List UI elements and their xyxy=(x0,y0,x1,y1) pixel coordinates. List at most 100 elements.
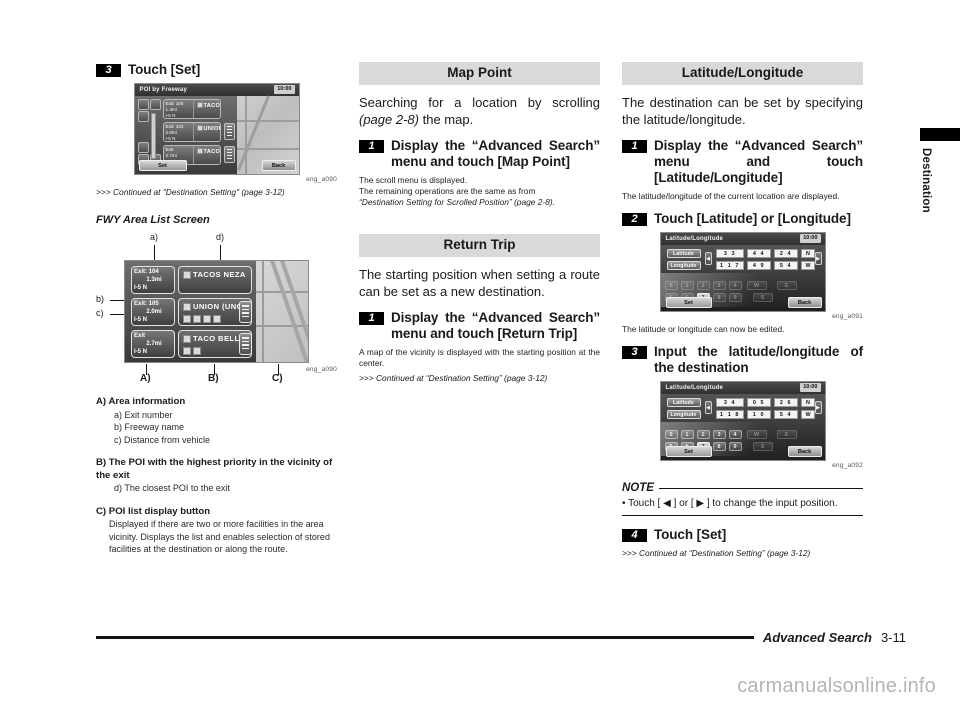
lon-hemisphere-field[interactable]: W xyxy=(800,410,815,419)
figure-poi-by-freeway: POI by Freeway 10:00 Exit: 104 1.3mi I-5… xyxy=(96,83,337,183)
keypad-key[interactable]: 2 xyxy=(696,430,710,439)
poi-name: TACO BELL xyxy=(194,146,220,164)
lat-seconds-field[interactable]: 2 6 xyxy=(773,398,798,407)
section-tab-marker xyxy=(920,128,960,141)
footer-title: Advanced Search xyxy=(762,630,872,645)
continued-reference: >>> Continued at “Destination Setting” (… xyxy=(359,373,548,383)
page-columns: 3 Touch [Set] POI by Freeway 10:00 Exit:… xyxy=(96,62,864,567)
keypad-key[interactable]: 3 xyxy=(712,281,726,290)
back-button[interactable]: Back xyxy=(261,160,296,171)
set-button[interactable]: Set xyxy=(665,297,712,308)
step-title: Touch [Set] xyxy=(128,62,201,77)
keypad-key[interactable]: 9 xyxy=(728,293,742,302)
keypad-key[interactable]: 3 xyxy=(712,430,726,439)
arrow-right-icon[interactable]: ▶ xyxy=(814,401,822,414)
definition-sub: b) Freeway name xyxy=(114,422,185,432)
exit-info: Exit: 104 2.0mi I-5 N xyxy=(164,123,194,141)
fwy-row[interactable]: Exit: 104 1.3mi I-5 N TACOS NEZA xyxy=(131,266,252,294)
lat-minutes-field[interactable]: 4 4 xyxy=(746,249,771,258)
list-scrollbar[interactable] xyxy=(150,113,156,159)
lon-minutes-field[interactable]: 1 0 xyxy=(746,410,771,419)
atm-icon xyxy=(193,347,201,355)
set-button[interactable]: Set xyxy=(138,160,187,171)
keypad-key[interactable]: 4 xyxy=(728,281,742,290)
step-2-lat-long: 2 Touch [Latitude] or [Longitude] xyxy=(622,211,863,227)
lat-seconds-field[interactable]: 2 4 xyxy=(773,249,798,258)
note-block: NOTE • Touch [ ◀ ] or [ ▶ ] to change th… xyxy=(622,482,863,516)
keypad-key[interactable]: 4 xyxy=(728,430,742,439)
keypad-key[interactable]: 2 xyxy=(696,281,710,290)
sort-icon[interactable] xyxy=(149,99,161,110)
lon-seconds-field[interactable]: 5 4 xyxy=(773,261,798,270)
callout-C: C) xyxy=(272,373,283,384)
area-information: Exit: 105 2.0mi I-5 N xyxy=(131,298,175,326)
keypad-key-south[interactable]: S xyxy=(752,442,773,451)
restaurant-icon xyxy=(196,148,203,154)
step-number-badge: 3 xyxy=(622,346,647,359)
poi-row[interactable]: Exit: 104 2.0mi I-5 N UNION (UNO xyxy=(162,122,221,142)
callout-d: d) xyxy=(216,232,225,242)
clock-display: 10:00 xyxy=(800,234,821,243)
latitude-button[interactable]: Latitude xyxy=(666,249,701,258)
scroll-up-icon[interactable] xyxy=(137,111,149,122)
keypad-key[interactable]: 0 xyxy=(664,430,678,439)
poi-row[interactable]: Exit: 104 1.3mi I-5 N TACOS NEZA xyxy=(162,99,221,119)
scroll-top-icon[interactable] xyxy=(137,99,149,110)
map-point-note-2: The remaining operations are the same as… xyxy=(359,186,536,196)
note-text: • Touch [ ◀ ] or [ ▶ ] to change the inp… xyxy=(622,494,863,516)
keypad-key-west[interactable]: W xyxy=(746,430,767,439)
map-point-note-1: The scroll menu is displayed. xyxy=(359,175,467,185)
lat-hemisphere-field[interactable]: N xyxy=(800,398,815,407)
poi-list-display-button[interactable] xyxy=(223,146,235,163)
parking-icon xyxy=(183,347,191,355)
figure-caption: eng_a090 xyxy=(306,366,337,373)
fwy-row[interactable]: Exit 2.7mi I-5 N TACO BELL xyxy=(131,330,252,358)
keypad-key-south[interactable]: S xyxy=(752,293,773,302)
lon-degrees-field[interactable]: 1 1 7 xyxy=(715,261,744,270)
arrow-right-icon[interactable]: ▶ xyxy=(814,252,822,265)
step-number-badge: 4 xyxy=(622,529,647,542)
lon-seconds-field[interactable]: 5 4 xyxy=(773,410,798,419)
arrow-left-icon[interactable]: ◀ xyxy=(704,252,712,265)
map-panel xyxy=(256,261,308,362)
step-number-badge: 2 xyxy=(622,213,647,226)
arrow-left-icon[interactable]: ◀ xyxy=(704,401,712,414)
latitude-button[interactable]: Latitude xyxy=(666,398,701,407)
nav-screen-fwy-area-list: Exit: 104 1.3mi I-5 N TACOS NEZA Exit: 1… xyxy=(124,260,309,363)
keypad-key[interactable]: 8 xyxy=(712,293,726,302)
step-title: Display the “Advanced Search” menu and t… xyxy=(391,138,600,169)
atm-icon xyxy=(213,315,221,323)
lat-degrees-field[interactable]: 3 3 xyxy=(715,249,744,258)
poi-list-display-button[interactable] xyxy=(239,333,252,355)
area-information: Exit 2.7mi I-5 N xyxy=(131,330,175,358)
lat-degrees-field[interactable]: 3 4 xyxy=(715,398,744,407)
keypad-key[interactable]: 8 xyxy=(712,442,726,451)
keypad-key-west[interactable]: W xyxy=(746,281,767,290)
keypad-key[interactable]: 9 xyxy=(728,442,742,451)
lat-hemisphere-field[interactable]: N xyxy=(800,249,815,258)
step-number-badge: 1 xyxy=(359,140,384,153)
fwy-row[interactable]: Exit: 105 2.0mi I-5 N UNION (UNO xyxy=(131,298,252,326)
definition-title: B) The POI with the highest priority in … xyxy=(96,457,333,481)
poi-list-display-button[interactable] xyxy=(223,123,235,140)
continued-reference: >>> Continued at “Destination Setting” (… xyxy=(622,548,811,558)
set-button[interactable]: Set xyxy=(665,446,712,457)
scroll-down-icon[interactable] xyxy=(137,142,149,153)
poi-list-display-button[interactable] xyxy=(239,301,252,323)
longitude-button[interactable]: Longitude xyxy=(666,261,701,270)
back-button[interactable]: Back xyxy=(787,297,822,308)
lon-hemisphere-field[interactable]: W xyxy=(800,261,815,270)
keypad-key-east[interactable]: E xyxy=(776,281,797,290)
longitude-button[interactable]: Longitude xyxy=(666,410,701,419)
keypad-key-east[interactable]: E xyxy=(776,430,797,439)
keypad-key[interactable]: 1 xyxy=(680,281,694,290)
gas-station-icon xyxy=(183,303,191,311)
back-button[interactable]: Back xyxy=(787,446,822,457)
keypad-key[interactable]: 0 xyxy=(664,281,678,290)
lon-minutes-field[interactable]: 4 9 xyxy=(746,261,771,270)
lon-degrees-field[interactable]: 1 1 8 xyxy=(715,410,744,419)
step-title: Display the “Advanced Search” menu and t… xyxy=(654,138,863,185)
keypad-key[interactable]: 1 xyxy=(680,430,694,439)
figure-lat-long-2: Latitude/Longitude 10:00 Latitude Longit… xyxy=(622,381,863,469)
lat-minutes-field[interactable]: 0 5 xyxy=(746,398,771,407)
